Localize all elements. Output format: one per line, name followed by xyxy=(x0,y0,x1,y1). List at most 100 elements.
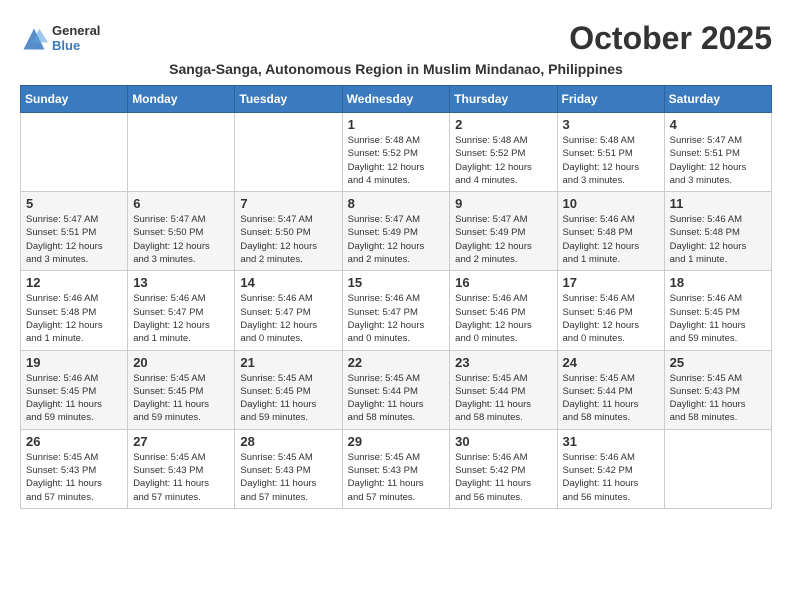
calendar-cell-w2-d3: 7 Sunrise: 5:47 AM Sunset: 5:50 PM Daylig… xyxy=(235,192,342,271)
day-info: Sunrise: 5:46 AM Sunset: 5:47 PM Dayligh… xyxy=(348,292,445,345)
calendar-body: 1 Sunrise: 5:48 AM Sunset: 5:52 PM Daylig… xyxy=(21,113,772,509)
logo: General Blue xyxy=(20,24,100,53)
header-thursday: Thursday xyxy=(450,86,557,113)
day-info: Sunrise: 5:47 AM Sunset: 5:51 PM Dayligh… xyxy=(26,213,122,266)
week-row-3: 12 Sunrise: 5:46 AM Sunset: 5:48 PM Dayli… xyxy=(21,271,772,350)
day-info: Sunrise: 5:45 AM Sunset: 5:43 PM Dayligh… xyxy=(670,372,766,425)
week-row-1: 1 Sunrise: 5:48 AM Sunset: 5:52 PM Daylig… xyxy=(21,113,772,192)
day-info: Sunrise: 5:47 AM Sunset: 5:49 PM Dayligh… xyxy=(455,213,551,266)
logo-general-label: General xyxy=(52,24,100,38)
day-number: 13 xyxy=(133,275,229,290)
day-info: Sunrise: 5:46 AM Sunset: 5:46 PM Dayligh… xyxy=(563,292,659,345)
calendar-cell-w1-d1 xyxy=(21,113,128,192)
day-number: 24 xyxy=(563,355,659,370)
day-number: 22 xyxy=(348,355,445,370)
calendar-cell-w4-d7: 25Sunrise: 5:45 AM Sunset: 5:43 PM Dayli… xyxy=(664,350,771,429)
day-number: 31 xyxy=(563,434,659,449)
calendar-cell-w5-d2: 27 Sunrise: 5:45 AM Sunset: 5:43 PM Dayli… xyxy=(128,429,235,508)
week-row-2: 5 Sunrise: 5:47 AM Sunset: 5:51 PM Daylig… xyxy=(21,192,772,271)
calendar-cell-w2-d4: 8 Sunrise: 5:47 AM Sunset: 5:49 PM Daylig… xyxy=(342,192,450,271)
day-number: 6 xyxy=(133,196,229,211)
day-number: 16 xyxy=(455,275,551,290)
day-info: Sunrise: 5:45 AM Sunset: 5:43 PM Dayligh… xyxy=(133,451,229,504)
calendar-cell-w1-d7: 4 Sunrise: 5:47 AM Sunset: 5:51 PM Daylig… xyxy=(664,113,771,192)
logo-icon xyxy=(20,25,48,53)
calendar-header: Sunday Monday Tuesday Wednesday Thursday… xyxy=(21,86,772,113)
day-info: Sunrise: 5:46 AM Sunset: 5:45 PM Dayligh… xyxy=(26,372,122,425)
calendar-cell-w1-d4: 1 Sunrise: 5:48 AM Sunset: 5:52 PM Daylig… xyxy=(342,113,450,192)
day-info: Sunrise: 5:45 AM Sunset: 5:43 PM Dayligh… xyxy=(26,451,122,504)
day-number: 1 xyxy=(348,117,445,132)
subtitle: Sanga-Sanga, Autonomous Region in Muslim… xyxy=(20,61,772,77)
day-number: 28 xyxy=(240,434,336,449)
calendar-cell-w2-d6: 10Sunrise: 5:46 AM Sunset: 5:48 PM Dayli… xyxy=(557,192,664,271)
day-number: 19 xyxy=(26,355,122,370)
day-number: 26 xyxy=(26,434,122,449)
header-row: Sunday Monday Tuesday Wednesday Thursday… xyxy=(21,86,772,113)
day-info: Sunrise: 5:46 AM Sunset: 5:48 PM Dayligh… xyxy=(670,213,766,266)
calendar-cell-w4-d5: 23Sunrise: 5:45 AM Sunset: 5:44 PM Dayli… xyxy=(450,350,557,429)
calendar-table: Sunday Monday Tuesday Wednesday Thursday… xyxy=(20,85,772,509)
day-info: Sunrise: 5:45 AM Sunset: 5:44 PM Dayligh… xyxy=(348,372,445,425)
day-info: Sunrise: 5:45 AM Sunset: 5:44 PM Dayligh… xyxy=(563,372,659,425)
day-info: Sunrise: 5:48 AM Sunset: 5:52 PM Dayligh… xyxy=(348,134,445,187)
day-info: Sunrise: 5:46 AM Sunset: 5:45 PM Dayligh… xyxy=(670,292,766,345)
day-number: 23 xyxy=(455,355,551,370)
calendar-cell-w4-d2: 20 Sunrise: 5:45 AM Sunset: 5:45 PM Dayli… xyxy=(128,350,235,429)
day-number: 9 xyxy=(455,196,551,211)
logo-text: General Blue xyxy=(52,24,100,53)
day-number: 29 xyxy=(348,434,445,449)
calendar-cell-w3-d1: 12 Sunrise: 5:46 AM Sunset: 5:48 PM Dayli… xyxy=(21,271,128,350)
day-number: 30 xyxy=(455,434,551,449)
day-info: Sunrise: 5:47 AM Sunset: 5:51 PM Dayligh… xyxy=(670,134,766,187)
day-info: Sunrise: 5:46 AM Sunset: 5:42 PM Dayligh… xyxy=(455,451,551,504)
day-number: 4 xyxy=(670,117,766,132)
day-number: 27 xyxy=(133,434,229,449)
day-info: Sunrise: 5:46 AM Sunset: 5:47 PM Dayligh… xyxy=(133,292,229,345)
day-info: Sunrise: 5:48 AM Sunset: 5:51 PM Dayligh… xyxy=(563,134,659,187)
day-number: 20 xyxy=(133,355,229,370)
calendar-cell-w5-d7 xyxy=(664,429,771,508)
header-saturday: Saturday xyxy=(664,86,771,113)
calendar-cell-w2-d1: 5 Sunrise: 5:47 AM Sunset: 5:51 PM Daylig… xyxy=(21,192,128,271)
calendar-cell-w1-d2 xyxy=(128,113,235,192)
day-info: Sunrise: 5:46 AM Sunset: 5:48 PM Dayligh… xyxy=(26,292,122,345)
day-number: 11 xyxy=(670,196,766,211)
calendar-cell-w4-d3: 21 Sunrise: 5:45 AM Sunset: 5:45 PM Dayli… xyxy=(235,350,342,429)
day-info: Sunrise: 5:47 AM Sunset: 5:50 PM Dayligh… xyxy=(133,213,229,266)
day-number: 18 xyxy=(670,275,766,290)
day-number: 12 xyxy=(26,275,122,290)
calendar-cell-w4-d6: 24 Sunrise: 5:45 AM Sunset: 5:44 PM Dayli… xyxy=(557,350,664,429)
header-tuesday: Tuesday xyxy=(235,86,342,113)
calendar-cell-w1-d5: 2Sunrise: 5:48 AM Sunset: 5:52 PM Daylig… xyxy=(450,113,557,192)
header-wednesday: Wednesday xyxy=(342,86,450,113)
calendar-cell-w5-d4: 29Sunrise: 5:45 AM Sunset: 5:43 PM Dayli… xyxy=(342,429,450,508)
day-info: Sunrise: 5:47 AM Sunset: 5:49 PM Dayligh… xyxy=(348,213,445,266)
calendar-cell-w3-d7: 18 Sunrise: 5:46 AM Sunset: 5:45 PM Dayli… xyxy=(664,271,771,350)
month-title: October 2025 xyxy=(569,20,772,57)
day-info: Sunrise: 5:47 AM Sunset: 5:50 PM Dayligh… xyxy=(240,213,336,266)
day-number: 5 xyxy=(26,196,122,211)
week-row-4: 19 Sunrise: 5:46 AM Sunset: 5:45 PM Dayli… xyxy=(21,350,772,429)
day-info: Sunrise: 5:45 AM Sunset: 5:45 PM Dayligh… xyxy=(240,372,336,425)
day-number: 21 xyxy=(240,355,336,370)
day-info: Sunrise: 5:45 AM Sunset: 5:45 PM Dayligh… xyxy=(133,372,229,425)
day-info: Sunrise: 5:45 AM Sunset: 5:43 PM Dayligh… xyxy=(240,451,336,504)
day-number: 8 xyxy=(348,196,445,211)
header-friday: Friday xyxy=(557,86,664,113)
day-number: 7 xyxy=(240,196,336,211)
day-info: Sunrise: 5:46 AM Sunset: 5:48 PM Dayligh… xyxy=(563,213,659,266)
day-info: Sunrise: 5:46 AM Sunset: 5:42 PM Dayligh… xyxy=(563,451,659,504)
header-sunday: Sunday xyxy=(21,86,128,113)
calendar-cell-w3-d2: 13 Sunrise: 5:46 AM Sunset: 5:47 PM Dayli… xyxy=(128,271,235,350)
calendar-cell-w2-d5: 9 Sunrise: 5:47 AM Sunset: 5:49 PM Daylig… xyxy=(450,192,557,271)
calendar-cell-w2-d7: 11 Sunrise: 5:46 AM Sunset: 5:48 PM Dayli… xyxy=(664,192,771,271)
day-number: 17 xyxy=(563,275,659,290)
calendar-cell-w5-d3: 28 Sunrise: 5:45 AM Sunset: 5:43 PM Dayli… xyxy=(235,429,342,508)
day-number: 14 xyxy=(240,275,336,290)
day-info: Sunrise: 5:46 AM Sunset: 5:47 PM Dayligh… xyxy=(240,292,336,345)
calendar-cell-w4-d1: 19 Sunrise: 5:46 AM Sunset: 5:45 PM Dayli… xyxy=(21,350,128,429)
calendar-cell-w3-d5: 16Sunrise: 5:46 AM Sunset: 5:46 PM Dayli… xyxy=(450,271,557,350)
calendar-cell-w5-d1: 26 Sunrise: 5:45 AM Sunset: 5:43 PM Dayli… xyxy=(21,429,128,508)
calendar-cell-w5-d6: 31 Sunrise: 5:46 AM Sunset: 5:42 PM Dayli… xyxy=(557,429,664,508)
